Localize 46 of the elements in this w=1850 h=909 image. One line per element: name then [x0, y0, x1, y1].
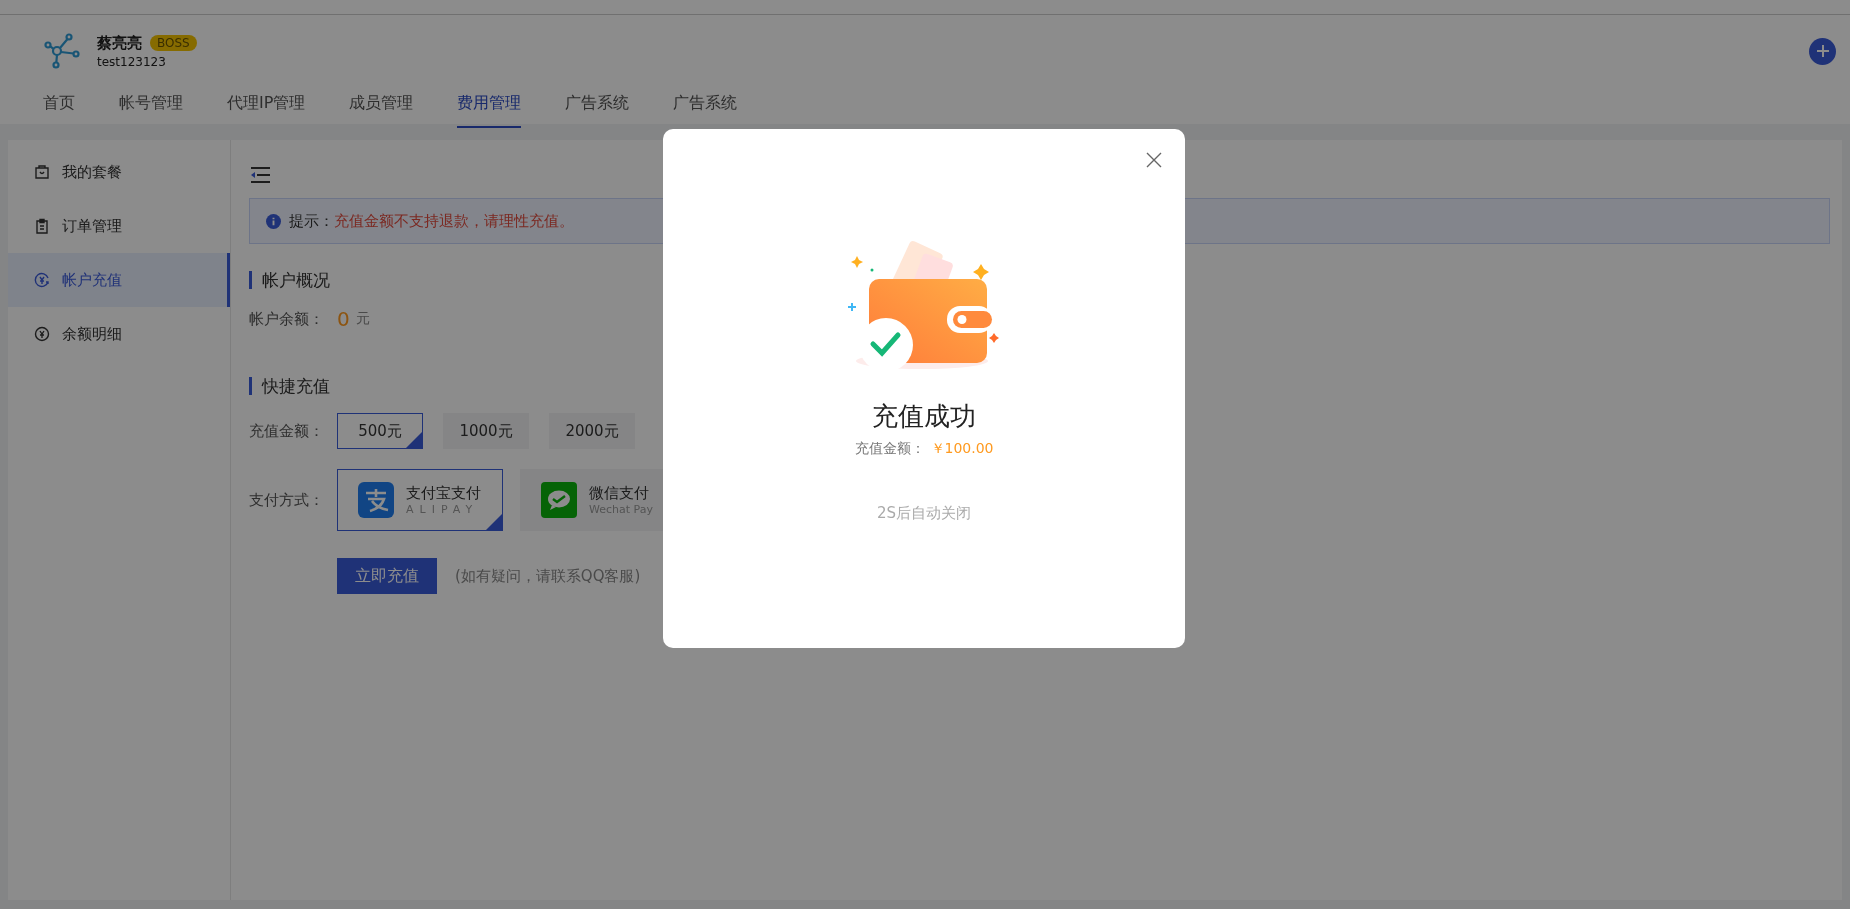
nav-tab[interactable]: 成员管理 [349, 83, 414, 128]
close-icon[interactable] [1146, 152, 1162, 168]
amount-label: 充值金额： [249, 421, 325, 441]
clipboard-icon [34, 218, 50, 234]
amount-value: ￥100.00 [930, 440, 994, 458]
balance-value: 0 [337, 307, 350, 331]
payment-subtitle: ALIPAY [406, 503, 480, 516]
balance-label: 帐户余额： [249, 309, 325, 329]
yen-refresh-icon [34, 272, 50, 288]
countdown-text: 2S后自动关闭 [876, 504, 972, 523]
sidebar-item[interactable]: 帐户充值 [8, 253, 230, 307]
chat-bubble-logo-icon [541, 482, 577, 518]
nav-tab[interactable]: 代理IP管理 [227, 83, 306, 128]
notice-message: 充值金额不支持退款，请理性充值。 [334, 211, 574, 231]
amount-option[interactable]: 500元 [337, 413, 423, 449]
nav-tab[interactable]: 帐号管理 [119, 83, 183, 128]
bag-icon [34, 164, 50, 180]
balance-unit: 元 [355, 310, 370, 328]
nav-tab[interactable]: 首页 [43, 83, 75, 128]
menu-fold-icon[interactable] [249, 166, 271, 184]
amount-option[interactable]: 1000元 [443, 413, 529, 449]
nav-tab[interactable]: 费用管理 [457, 83, 522, 128]
yen-circle-icon [34, 326, 50, 342]
payment-label: 支付方式： [249, 490, 325, 510]
notice-label: 提示： [289, 211, 334, 231]
network-logo-icon [43, 32, 81, 70]
amount-label: 充值金额： [854, 440, 925, 458]
payment-name: 支付宝支付 [406, 484, 481, 503]
nav-tab[interactable]: 广告系统 [565, 83, 630, 128]
info-icon [266, 213, 281, 229]
payment-option[interactable]: 支付宝支付 ALIPAY [337, 469, 503, 531]
help-text: (如有疑问，请联系QQ客服) [455, 566, 641, 586]
user-name: 蔡亮亮 [97, 33, 142, 53]
dialog-title: 充值成功 [872, 400, 976, 433]
alipay-logo-icon [358, 482, 394, 518]
amount-option[interactable]: 2000元 [549, 413, 635, 449]
sidebar-item[interactable]: 余额明细 [8, 307, 230, 361]
account-id: test123123 [97, 54, 167, 69]
sidebar-item[interactable]: 我的套餐 [8, 145, 230, 199]
nav-tab[interactable]: 广告系统 [673, 83, 738, 128]
plus-icon [1815, 44, 1830, 58]
sidebar-item[interactable]: 订单管理 [8, 199, 230, 253]
role-badge: BOSS [150, 35, 197, 51]
recharge-button[interactable]: 立即充值 [337, 558, 437, 594]
add-button[interactable] [1809, 37, 1836, 65]
payment-name: 微信支付 [589, 484, 650, 503]
